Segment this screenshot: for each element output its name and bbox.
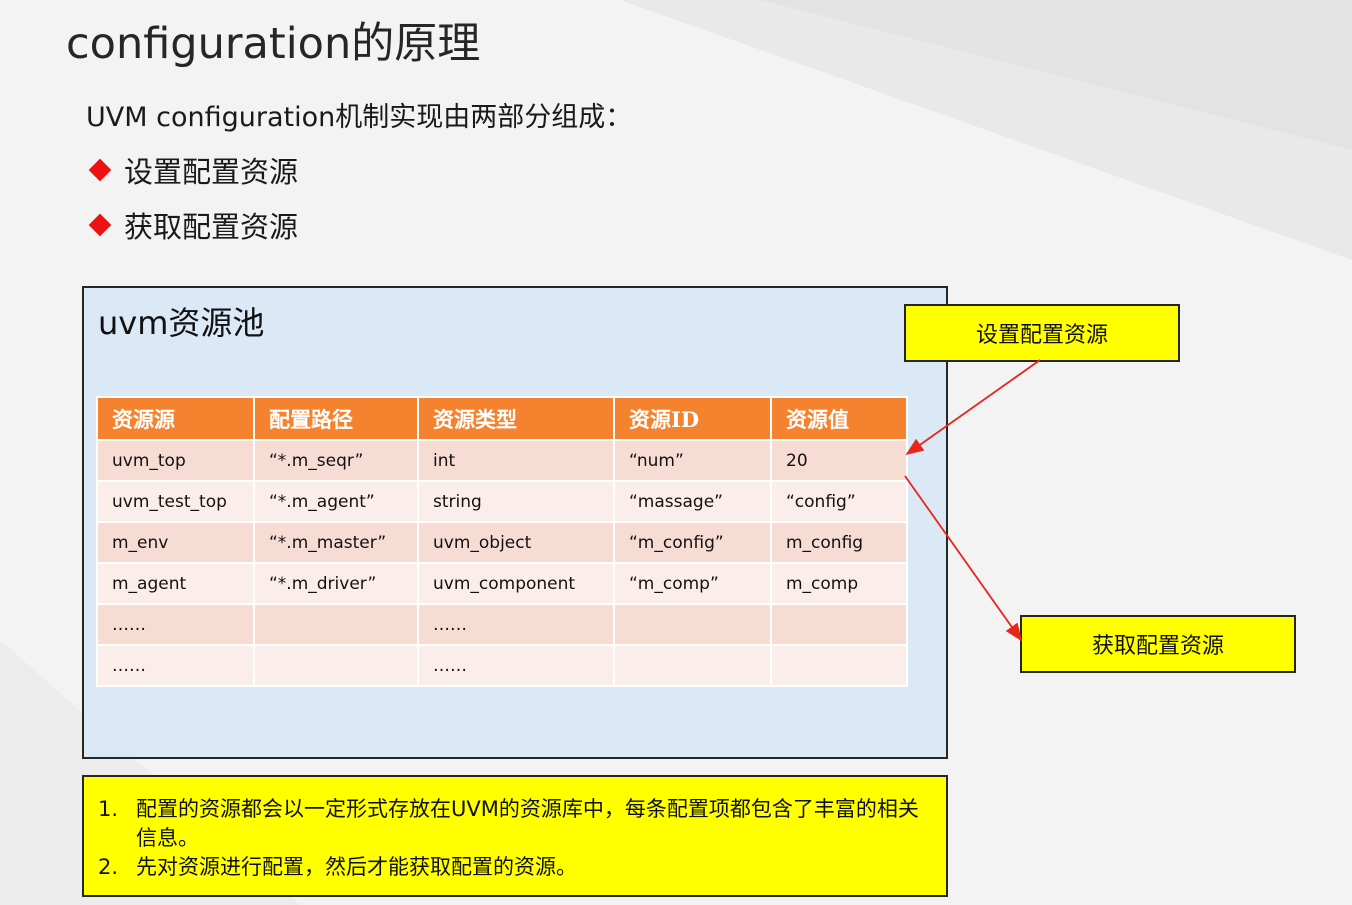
resource-table: 资源源 配置路径 资源类型 资源ID 资源值 uvm_top “*.m_seqr… (96, 396, 908, 687)
resource-pool-title: uvm资源池 (98, 304, 265, 342)
table-cell: m_comp (770, 562, 908, 605)
table-row: uvm_top “*.m_seqr” int “num” 20 (96, 439, 908, 482)
table-cell: “*.m_seqr” (253, 439, 419, 482)
column-header: 资源值 (770, 396, 908, 441)
bullet-item: 获取配置资源 (88, 203, 298, 247)
table-cell: string (417, 480, 615, 523)
table-cell (770, 644, 908, 687)
column-header: 资源源 (96, 396, 255, 441)
table-cell: “massage” (613, 480, 772, 523)
column-header: 配置路径 (253, 396, 419, 441)
table-cell: m_config (770, 521, 908, 564)
note-text: 配置的资源都会以一定形式存放在UVM的资源库中，每条配置项都包含了丰富的相关信息… (136, 797, 919, 850)
table-row: m_env “*.m_master” uvm_object “m_config”… (96, 521, 908, 564)
table-cell: “num” (613, 439, 772, 482)
column-header: 资源类型 (417, 396, 615, 441)
table-cell: uvm_test_top (96, 480, 255, 523)
table-row: uvm_test_top “*.m_agent” string “massage… (96, 480, 908, 523)
table-cell (613, 644, 772, 687)
table-cell: “m_config” (613, 521, 772, 564)
bullet-text: 设置配置资源 (124, 155, 299, 189)
table-cell: uvm_component (417, 562, 615, 605)
bullet-text: 获取配置资源 (124, 210, 299, 244)
bullet-item: 设置配置资源 (88, 148, 298, 192)
table-cell (253, 603, 419, 646)
red-diamond-icon (88, 213, 112, 237)
note-text: 先对资源进行配置，然后才能获取配置的资源。 (136, 855, 577, 879)
table-cell (613, 603, 772, 646)
note-number: 1. (98, 797, 119, 821)
table-header-row: 资源源 配置路径 资源类型 资源ID 资源值 (96, 396, 908, 441)
slide-title: configuration的原理 (66, 19, 481, 69)
notes-list: 1. 配置的资源都会以一定形式存放在UVM的资源库中，每条配置项都包含了丰富的相… (98, 795, 934, 882)
table-cell: …… (417, 603, 615, 646)
red-diamond-icon (88, 158, 112, 182)
table-row: …… …… (96, 644, 908, 687)
table-cell (253, 644, 419, 687)
table-row: …… …… (96, 603, 908, 646)
table-cell: …… (96, 603, 255, 646)
table-cell: “config” (770, 480, 908, 523)
table-cell: …… (96, 644, 255, 687)
get-config-callout: 获取配置资源 (1020, 615, 1296, 673)
table-cell: …… (417, 644, 615, 687)
note-number: 2. (98, 855, 119, 879)
table-cell: “*.m_agent” (253, 480, 419, 523)
table-cell: int (417, 439, 615, 482)
table-cell: “m_comp” (613, 562, 772, 605)
set-config-callout: 设置配置资源 (904, 304, 1180, 362)
table-cell: uvm_object (417, 521, 615, 564)
table-cell: 20 (770, 439, 908, 482)
note-item: 2. 先对资源进行配置，然后才能获取配置的资源。 (98, 853, 934, 882)
note-item: 1. 配置的资源都会以一定形式存放在UVM的资源库中，每条配置项都包含了丰富的相… (98, 795, 934, 853)
table-cell: m_agent (96, 562, 255, 605)
notes-box: 1. 配置的资源都会以一定形式存放在UVM的资源库中，每条配置项都包含了丰富的相… (82, 775, 948, 897)
table-cell: m_env (96, 521, 255, 564)
table-cell: uvm_top (96, 439, 255, 482)
intro-text: UVM configuration机制实现由两部分组成： (86, 102, 633, 133)
column-header: 资源ID (613, 396, 772, 441)
resource-pool-box: uvm资源池 资源源 配置路径 资源类型 资源ID 资源值 uvm_top “*… (82, 286, 948, 759)
table-cell (770, 603, 908, 646)
table-cell: “*.m_master” (253, 521, 419, 564)
table-row: m_agent “*.m_driver” uvm_component “m_co… (96, 562, 908, 605)
table-cell: “*.m_driver” (253, 562, 419, 605)
